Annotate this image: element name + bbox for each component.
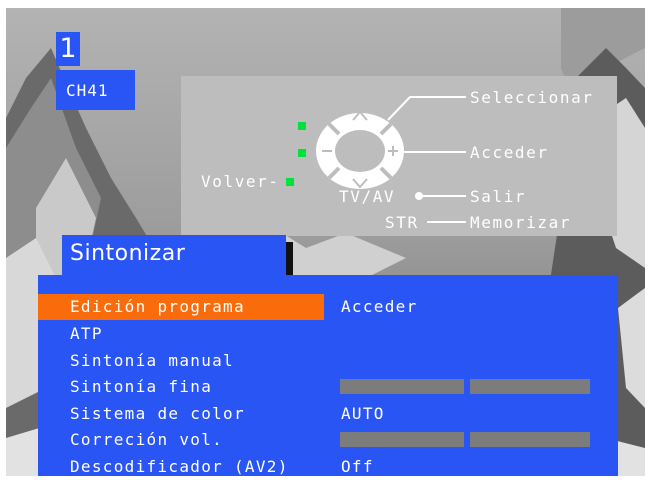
help-memorizar: Memorizar	[470, 213, 572, 232]
menu-item-correcion-vol[interactable]: Correción vol.	[38, 427, 618, 453]
volume-bar	[340, 432, 464, 447]
tuning-bar	[470, 379, 590, 394]
menu-item-label: ATP	[70, 324, 103, 343]
menu-item-descodificador[interactable]: Descodificador (AV2) Off	[38, 454, 618, 476]
menu-item-edicion-programa[interactable]: Edición programa Acceder	[38, 294, 618, 320]
indicator-light	[286, 178, 294, 186]
menu-item-value: Off	[341, 457, 374, 476]
help-panel: Seleccionar Acceder Volver- TV/AV Salir …	[181, 76, 617, 236]
tuning-bar	[340, 379, 464, 394]
indicator-light	[298, 122, 306, 130]
help-tvav: TV/AV	[339, 187, 396, 206]
menu-item-label: Sintonía fina	[70, 377, 213, 396]
menu-item-label: Sistema de color	[70, 404, 245, 423]
menu-item-label: Sintonía manual	[70, 351, 234, 370]
indicator-light	[298, 149, 306, 157]
menu-item-sintonia-manual[interactable]: Sintonía manual	[38, 348, 618, 374]
help-salir: Salir	[470, 187, 527, 206]
menu-item-sistema-color[interactable]: Sistema de color AUTO	[38, 401, 618, 427]
help-seleccionar: Seleccionar	[470, 88, 594, 107]
menu-item-value: Acceder	[341, 297, 418, 316]
menu-item-label: Correción vol.	[70, 430, 224, 449]
volume-bar	[470, 432, 590, 447]
help-acceder: Acceder	[470, 143, 549, 162]
menu-item-label: Descodificador (AV2)	[70, 457, 289, 476]
channel-name: CH41	[56, 70, 135, 110]
osd-menu: Edición programa Acceder ATP Sintonía ma…	[38, 275, 618, 476]
tv-screen: 1 CH41 Seleccionar Acceder Volver- TV/AV	[6, 8, 645, 476]
menu-item-label: Edición programa	[38, 294, 324, 320]
help-volver: Volver-	[201, 172, 280, 191]
channel-number: 1	[56, 32, 80, 66]
help-str: STR	[385, 213, 419, 232]
menu-item-sintonia-fina[interactable]: Sintonía fina	[38, 374, 618, 400]
menu-title: Sintonizar	[62, 235, 286, 275]
menu-item-atp[interactable]: ATP	[38, 321, 618, 347]
menu-item-value: AUTO	[341, 404, 385, 423]
